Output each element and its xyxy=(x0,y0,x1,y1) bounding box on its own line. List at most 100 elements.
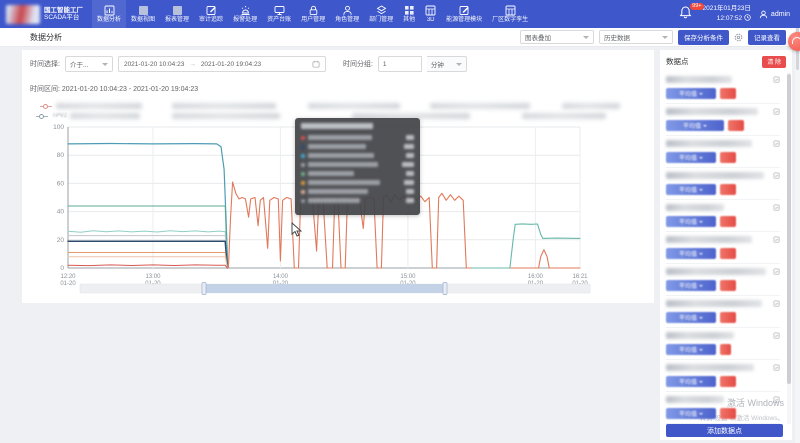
tooltip-row xyxy=(301,169,414,178)
datapoint-detail-icon[interactable] xyxy=(773,236,780,243)
datapoint-detail-icon[interactable] xyxy=(773,172,780,179)
svg-text:100: 100 xyxy=(53,124,64,131)
floating-help-bubble[interactable] xyxy=(788,32,800,51)
add-datapoint-button[interactable]: 添加数据点 xyxy=(666,424,783,437)
datapoint-item[interactable]: 平均值 xyxy=(666,170,780,200)
nav-item-label: 厂区数字孪生 xyxy=(492,16,528,24)
datapoint-item[interactable]: 平均值 xyxy=(666,362,780,392)
remove-datapoint-button[interactable] xyxy=(720,344,731,355)
remove-datapoint-button[interactable] xyxy=(720,312,736,323)
aggregate-select[interactable]: 平均值 xyxy=(666,376,716,387)
chevron-down-icon xyxy=(662,36,668,39)
nav-item-table-grid[interactable]: 3D xyxy=(420,0,441,28)
nav-item-data-view[interactable]: 数据视图 xyxy=(126,0,160,28)
datapoint-detail-icon[interactable] xyxy=(773,76,780,83)
remove-datapoint-button[interactable] xyxy=(720,152,736,163)
aggregate-select[interactable]: 平均值 xyxy=(666,344,716,355)
aggregate-select[interactable]: 平均值 xyxy=(666,312,716,323)
range-arrow: → xyxy=(189,61,196,68)
aggregate-select[interactable]: 平均值 xyxy=(666,216,716,227)
aggregate-select[interactable]: 平均值 xyxy=(666,408,716,419)
datapoint-detail-icon[interactable] xyxy=(773,140,780,147)
nav-item-bar-chart[interactable]: 数据分析 xyxy=(92,0,126,28)
datapoint-detail-icon[interactable] xyxy=(773,364,780,371)
chevron-down-icon xyxy=(699,317,703,319)
chevron-down-icon xyxy=(102,63,108,66)
aggregate-select[interactable]: 平均值 xyxy=(666,152,716,163)
datapoint-item[interactable]: 平均值 xyxy=(666,234,780,264)
nav-item-alarm[interactable]: 报警处理 xyxy=(228,0,262,28)
range-end: 2021-01-20 19:04:23 xyxy=(201,61,261,68)
nav-item-energy-edit[interactable]: 能源管理模块 xyxy=(441,0,487,28)
nav-item-audit-edit[interactable]: 审计追踪 xyxy=(194,0,228,28)
record-view-button[interactable]: 记录查看 xyxy=(748,30,786,45)
datapoint-detail-icon[interactable] xyxy=(773,204,780,211)
sidebar-scrollbar[interactable] xyxy=(787,72,791,424)
aggregate-select[interactable]: 平均值 xyxy=(666,184,716,195)
nav-item-report[interactable]: 报表管理 xyxy=(160,0,194,28)
remove-datapoint-button[interactable] xyxy=(728,120,744,131)
user-lock-icon xyxy=(308,4,319,16)
remove-datapoint-button[interactable] xyxy=(720,184,736,195)
chevron-down-icon xyxy=(699,413,703,415)
chevron-down-icon xyxy=(699,157,703,159)
time-mode-select[interactable]: 介于... xyxy=(65,56,113,72)
remove-datapoint-button[interactable] xyxy=(720,408,736,419)
page-title: 数据分析 xyxy=(30,32,62,43)
save-analysis-button[interactable]: 保存分析条件 xyxy=(678,30,729,45)
user-menu[interactable]: admin xyxy=(759,10,790,19)
aggregate-select[interactable]: 平均值 xyxy=(666,120,724,131)
asset-monitor-icon xyxy=(274,4,285,16)
chart-tooltip xyxy=(295,118,420,215)
svg-text:14:00: 14:00 xyxy=(273,274,289,280)
datapoint-detail-icon[interactable] xyxy=(773,108,780,115)
nav-item-role-person[interactable]: 角色管理 xyxy=(330,0,364,28)
remove-datapoint-button[interactable] xyxy=(720,376,736,387)
datapoint-detail-icon[interactable] xyxy=(773,332,780,339)
aggregate-select[interactable]: 平均值 xyxy=(666,88,716,99)
data-source-select[interactable]: 历史数据 xyxy=(599,30,673,44)
time-mode-value: 介于... xyxy=(70,59,88,69)
date-range-input[interactable]: 2021-01-20 10:04:23 → 2021-01-20 19:04:2… xyxy=(118,56,326,72)
group-value-input[interactable] xyxy=(378,56,422,72)
datapoint-name-redacted xyxy=(666,396,724,403)
group-unit-select[interactable]: 分钟 xyxy=(427,56,467,72)
datapoint-name-redacted xyxy=(666,172,764,179)
app-logo: 国工智能工厂 SCADA平台 xyxy=(0,5,92,24)
chevron-down-icon xyxy=(456,63,462,66)
datapoint-item[interactable]: 平均值 xyxy=(666,298,780,328)
datapoint-detail-icon[interactable] xyxy=(773,268,780,275)
datapoint-item[interactable]: 平均值 xyxy=(666,266,780,296)
nav-item-asset-monitor[interactable]: 资产台账 xyxy=(262,0,296,28)
gear-icon[interactable] xyxy=(734,33,743,42)
datapoint-item[interactable]: 平均值 xyxy=(666,330,780,360)
scrollbar-thumb[interactable] xyxy=(787,74,791,384)
notifications-button[interactable]: 99+ xyxy=(679,5,695,23)
remove-datapoint-button[interactable] xyxy=(720,216,736,227)
time-group-label: 时间分组: xyxy=(343,59,373,69)
nav-item-department-layers[interactable]: 部门管理 xyxy=(364,0,398,28)
tooltip-row xyxy=(301,151,414,160)
nav-item-label: 报表管理 xyxy=(165,16,189,24)
chart-legend-row-1[interactable] xyxy=(22,102,654,111)
nav-item-user-lock[interactable]: 用户管理 xyxy=(296,0,330,28)
department-layers-icon xyxy=(376,4,387,16)
datapoint-item[interactable]: 平均值 xyxy=(666,138,780,168)
datapoint-item[interactable]: 平均值 xyxy=(666,74,780,104)
remove-datapoint-button[interactable] xyxy=(720,248,736,259)
datapoint-item[interactable]: 平均值 xyxy=(666,106,780,136)
aggregate-select[interactable]: 平均值 xyxy=(666,280,716,291)
datapoint-detail-icon[interactable] xyxy=(773,300,780,307)
remove-datapoint-button[interactable] xyxy=(720,280,736,291)
chart-overlay-select[interactable]: 图表叠加 xyxy=(520,30,594,44)
datapoint-detail-icon[interactable] xyxy=(773,396,780,403)
remove-datapoint-button[interactable] xyxy=(720,88,736,99)
page-scrollbar[interactable] xyxy=(795,0,800,443)
datapoint-item[interactable]: 平均值 xyxy=(666,202,780,232)
nav-item-table-grid[interactable]: 厂区数字孪生 xyxy=(487,0,533,28)
aggregate-select[interactable]: 平均值 xyxy=(666,248,716,259)
chevron-down-icon xyxy=(699,285,703,287)
clear-button[interactable]: 清 除 xyxy=(762,56,786,68)
datapoint-item[interactable]: 平均值 xyxy=(666,394,780,424)
nav-item-other-grid[interactable]: 其他 xyxy=(398,0,420,28)
